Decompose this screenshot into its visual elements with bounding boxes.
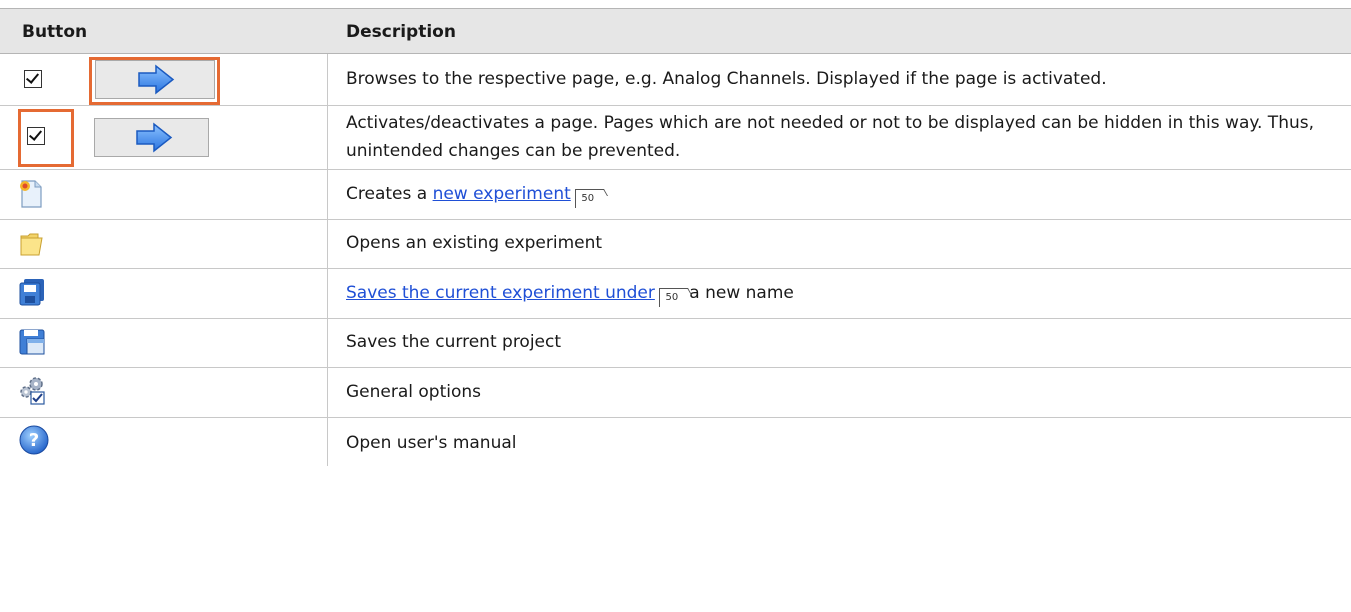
row-description: Opens an existing experiment	[346, 233, 603, 253]
row-description: Browses to the respective page, e.g. Ana…	[346, 69, 1107, 89]
table-row: Browses to the respective page, e.g. Ana…	[0, 54, 1351, 106]
header-description: Description	[346, 22, 456, 42]
row-description: Creates a new experiment 50	[346, 180, 1333, 208]
header-button: Button	[22, 22, 88, 42]
right-arrow-icon	[136, 122, 173, 153]
page-reference[interactable]: 50	[658, 288, 684, 307]
description-text-tail: a new name	[683, 283, 794, 303]
checkbox-checked[interactable]	[24, 70, 42, 88]
page-reference[interactable]: 50	[574, 189, 600, 208]
save-project-icon[interactable]	[18, 328, 46, 356]
right-arrow-icon	[138, 64, 175, 95]
table-row: General options	[0, 368, 1351, 418]
new-experiment-link[interactable]: new experiment	[433, 184, 571, 204]
navigate-arrow-button[interactable]	[95, 60, 215, 99]
new-document-icon[interactable]	[18, 179, 44, 209]
save-as-disk-icon[interactable]	[18, 277, 46, 307]
row-description: Saves the current project	[346, 332, 562, 352]
row-description: Open user's manual	[346, 433, 517, 453]
help-icon[interactable]: ?	[18, 424, 50, 456]
table-row: Activates/deactivates a page. Pages whic…	[0, 106, 1351, 170]
table-row: ? Open user's manual	[0, 418, 1351, 466]
table-row: Saves the current experiment under 50 a n…	[0, 269, 1351, 319]
gear-options-icon[interactable]	[18, 375, 48, 407]
description-text: Creates a	[346, 184, 433, 204]
save-experiment-link[interactable]: Saves the current experiment under	[346, 283, 655, 303]
row-description: General options	[346, 382, 482, 402]
open-folder-icon[interactable]	[18, 229, 46, 257]
table-header: Button Description	[0, 8, 1351, 54]
table-row: Creates a new experiment 50	[0, 170, 1351, 220]
row-description: Activates/deactivates a page. Pages whic…	[346, 113, 1315, 161]
row-description: Saves the current experiment under 50 a n…	[346, 279, 1333, 307]
navigate-arrow-button[interactable]	[94, 118, 209, 157]
table-row: Opens an existing experiment	[0, 220, 1351, 269]
table-row: Saves the current project	[0, 319, 1351, 368]
button-description-table: Button Description Browses to the respec…	[0, 8, 1351, 466]
activate-checkbox[interactable]	[27, 127, 45, 145]
svg-text:?: ?	[29, 430, 39, 451]
